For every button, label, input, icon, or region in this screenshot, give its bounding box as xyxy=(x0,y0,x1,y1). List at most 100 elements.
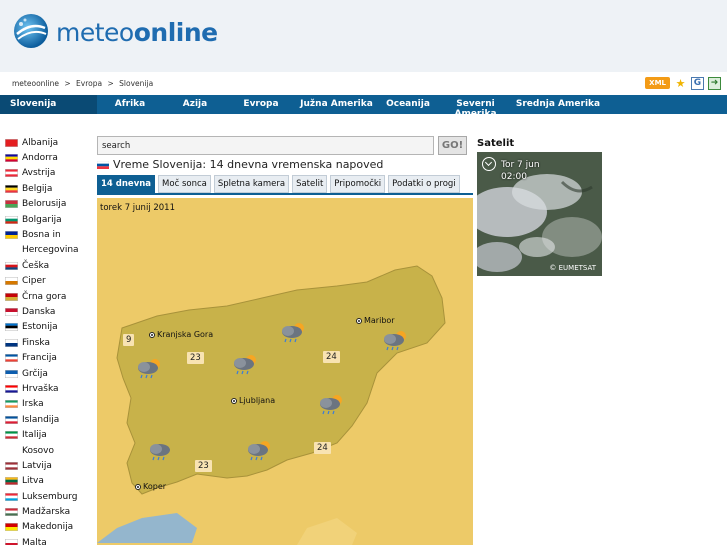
site-logo[interactable]: meteoonline xyxy=(12,12,218,52)
country-item[interactable]: Črna gora xyxy=(0,289,97,304)
flag-icon xyxy=(5,184,18,193)
page-title-text: Vreme Slovenija: 14 dnevna vremenska nap… xyxy=(113,158,384,171)
country-label: Luksemburg xyxy=(22,491,78,502)
country-label: Grčija xyxy=(22,368,48,379)
country-item[interactable]: Francija xyxy=(0,350,97,365)
nav-item-južna-amerika[interactable]: Južna Amerika xyxy=(295,95,378,114)
tab-underline xyxy=(97,193,473,195)
flag-icon xyxy=(5,277,18,286)
country-item[interactable]: Estonija xyxy=(0,320,97,335)
country-item[interactable]: Litva xyxy=(0,474,97,489)
country-item[interactable]: Finska xyxy=(0,335,97,350)
country-item[interactable]: Bolgarija xyxy=(0,212,97,227)
flag-icon xyxy=(5,200,18,209)
search-go-button[interactable]: GO! xyxy=(438,136,467,155)
country-item[interactable]: Belorusija xyxy=(0,197,97,212)
breadcrumb-europe[interactable]: Evropa xyxy=(76,79,102,88)
country-label: Estonija xyxy=(22,322,58,333)
country-item[interactable]: Avstrija xyxy=(0,166,97,181)
header-tools: XML ★ G ➜ xyxy=(645,76,721,90)
tab-0[interactable]: 14 dnevna xyxy=(97,175,156,193)
temperature-label: 24 xyxy=(314,442,331,454)
city-maribor[interactable]: Maribor xyxy=(356,316,395,325)
satellite-image[interactable]: Tor 7 jun 02:00 © EUMETSAT xyxy=(477,152,602,276)
country-item[interactable]: Hercegovina xyxy=(0,243,97,258)
globe-logo-icon xyxy=(14,14,48,48)
country-item[interactable]: Ciper xyxy=(0,274,97,289)
share-arrow-icon[interactable]: ➜ xyxy=(708,76,721,90)
nav-item-severni-amerika[interactable]: Severni Amerika xyxy=(438,95,513,119)
country-label: Avstrija xyxy=(22,168,56,179)
country-item[interactable]: Islandija xyxy=(0,412,97,427)
country-item[interactable]: Albanija xyxy=(0,135,97,150)
country-item[interactable]: Češka xyxy=(0,258,97,273)
flag-icon xyxy=(5,354,18,363)
country-label: Madžarska xyxy=(22,507,71,518)
flag-icon xyxy=(5,215,18,224)
cloud-sun-rain-icon xyxy=(384,331,406,351)
breadcrumb-separator: > xyxy=(107,79,114,88)
search-input[interactable]: search xyxy=(97,136,434,155)
nav-item-srednja-amerika[interactable]: Srednja Amerika xyxy=(513,95,603,114)
flag-icon xyxy=(5,523,18,532)
country-label: Danska xyxy=(22,306,56,317)
country-label: Belgija xyxy=(22,183,53,194)
google-icon[interactable]: G xyxy=(691,76,704,90)
country-item[interactable]: Hrvaška xyxy=(0,381,97,396)
flag-icon xyxy=(5,508,18,517)
nav-item-oceanija[interactable]: Oceanija xyxy=(378,95,438,114)
country-item[interactable]: Belgija xyxy=(0,181,97,196)
forecast-tabs: 14 dnevna Moč sonca Spletna kamera Satelit P… xyxy=(97,175,460,193)
flag-icon xyxy=(5,415,18,424)
flag-icon xyxy=(5,477,18,486)
country-item[interactable]: Makedonija xyxy=(0,520,97,535)
city-kranjska-gora[interactable]: Kranjska Gora xyxy=(149,330,213,339)
country-list: Albanija Andorra Avstrija Belgija Belorusija… xyxy=(0,135,97,545)
satellite-timestamp: Tor 7 jun 02:00 xyxy=(501,159,540,183)
cloud-sun-rain-icon xyxy=(234,355,256,375)
temperature-label: 24 xyxy=(323,351,340,363)
tab-3[interactable]: Satelit xyxy=(292,175,328,193)
country-item[interactable]: Grčija xyxy=(0,366,97,381)
country-item[interactable]: Andorra xyxy=(0,150,97,165)
country-label: Andorra xyxy=(22,153,58,164)
map-date: torek 7 junij 2011 xyxy=(100,203,175,213)
breadcrumb: meteoonline > Evropa > Slovenija xyxy=(12,79,156,88)
tab-1[interactable]: Moč sonca xyxy=(158,175,211,193)
flag-icon xyxy=(5,261,18,270)
country-item[interactable]: Danska xyxy=(0,304,97,319)
temperature-label: 23 xyxy=(195,460,212,472)
country-item[interactable]: Irska xyxy=(0,397,97,412)
country-item[interactable]: Kosovo xyxy=(0,443,97,458)
city-marker-icon xyxy=(149,331,155,338)
satellite-credit: © EUMETSAT xyxy=(549,264,596,272)
nav-item-afrika[interactable]: Afrika xyxy=(97,95,163,114)
cloud-rain-icon xyxy=(150,444,170,461)
nav-item-azija[interactable]: Azija xyxy=(163,95,227,114)
country-label: Latvija xyxy=(22,460,52,471)
country-item[interactable]: Italija xyxy=(0,427,97,442)
country-label: Hrvaška xyxy=(22,383,59,394)
star-icon[interactable]: ★ xyxy=(674,77,687,90)
country-item[interactable]: Luksemburg xyxy=(0,489,97,504)
nav-current-country[interactable]: Slovenija xyxy=(0,95,97,114)
country-item[interactable]: Bosna in xyxy=(0,227,97,242)
nav-item-evropa[interactable]: Evropa xyxy=(227,95,295,114)
city-koper[interactable]: Koper xyxy=(135,482,166,491)
breadcrumb-home[interactable]: meteoonline xyxy=(12,79,59,88)
flag-icon xyxy=(5,492,18,501)
flag-icon xyxy=(5,292,18,301)
breadcrumb-separator: > xyxy=(64,79,71,88)
flag-icon xyxy=(5,307,18,316)
city-ljubljana[interactable]: Ljubljana xyxy=(231,396,275,405)
country-item[interactable]: Latvija xyxy=(0,458,97,473)
xml-feed-button[interactable]: XML xyxy=(645,77,670,89)
satellite-title: Satelit xyxy=(477,138,515,149)
tab-2[interactable]: Spletna kamera xyxy=(213,175,290,193)
tab-5[interactable]: Podatki o progi xyxy=(388,175,460,193)
flag-icon xyxy=(5,169,18,178)
city-label: Kranjska Gora xyxy=(157,330,214,339)
tab-4[interactable]: Pripomočki xyxy=(330,175,386,193)
country-item[interactable]: Madžarska xyxy=(0,504,97,519)
country-item[interactable]: Malta xyxy=(0,535,97,545)
